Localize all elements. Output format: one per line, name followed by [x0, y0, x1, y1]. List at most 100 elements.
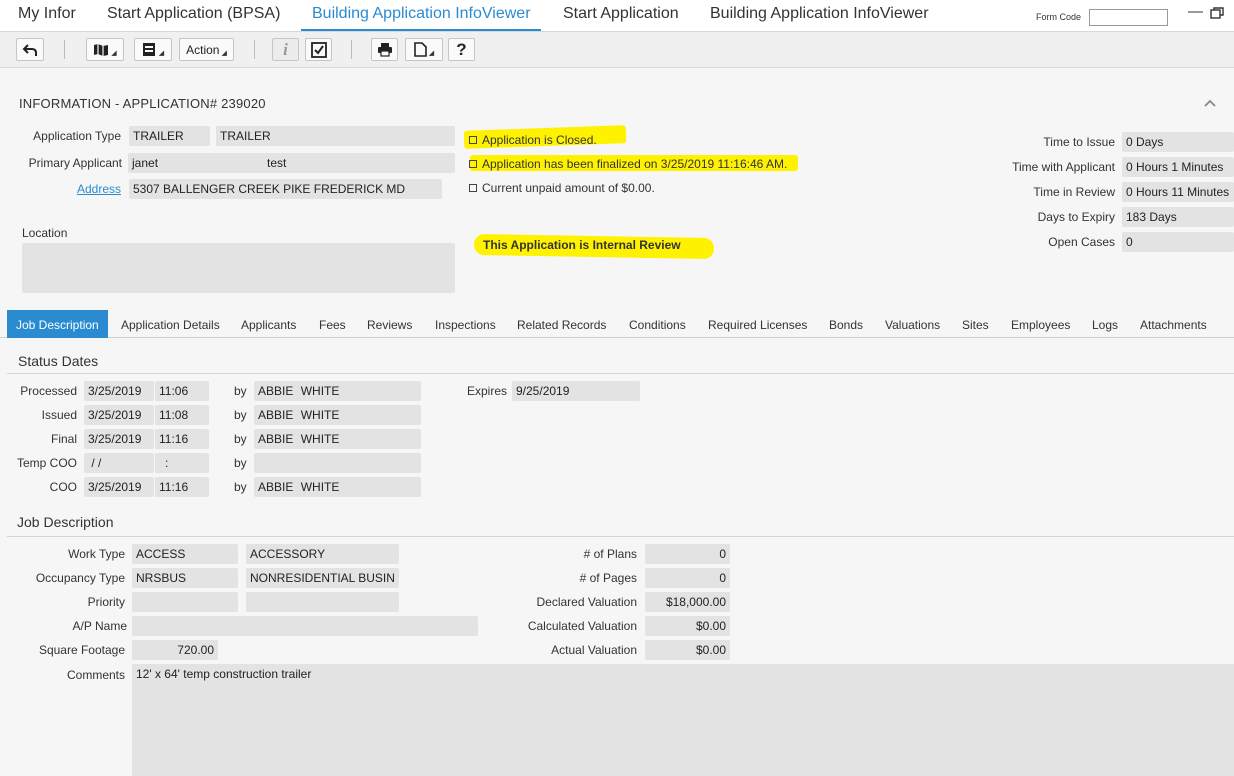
- job-description-title: Job Description: [17, 514, 114, 530]
- open-cases-field[interactable]: 0: [1122, 232, 1234, 252]
- declared-valuation-field[interactable]: $18,000.00: [645, 592, 730, 612]
- issued-time-field[interactable]: 11:08: [155, 405, 209, 425]
- info-button[interactable]: i: [272, 38, 299, 61]
- priority-desc-field[interactable]: [246, 592, 399, 612]
- priority-label: Priority: [87, 595, 125, 609]
- time-to-issue-label: Time to Issue: [1043, 135, 1115, 149]
- issued-by-field[interactable]: ABBIE WHITE: [254, 405, 421, 425]
- tab-employees[interactable]: Employees: [1011, 310, 1070, 338]
- comments-label: Comments: [66, 668, 125, 682]
- temp-coo-date-field[interactable]: / /: [84, 453, 154, 473]
- detail-tab-bar: Job Description Application Details Appl…: [0, 310, 1234, 338]
- issued-date-field[interactable]: 3/25/2019: [84, 405, 154, 425]
- final-label: Final: [50, 432, 77, 446]
- square-footage-field[interactable]: 720.00: [132, 640, 218, 660]
- expires-field[interactable]: 9/25/2019: [512, 381, 640, 401]
- print-button[interactable]: [371, 38, 398, 61]
- temp-coo-time-field[interactable]: :: [155, 453, 209, 473]
- tab-logs[interactable]: Logs: [1092, 310, 1118, 338]
- checkbox-icon: [310, 41, 327, 58]
- tab-applicants[interactable]: Applicants: [241, 310, 296, 338]
- minimize-icon[interactable]: —: [1188, 3, 1203, 20]
- work-type-desc-field[interactable]: ACCESSORY: [246, 544, 399, 564]
- top-tab-start-application[interactable]: Start Application: [563, 5, 679, 23]
- processed-label: Processed: [20, 384, 77, 398]
- expires-label: Expires: [466, 384, 507, 398]
- application-type-code-field[interactable]: TRAILER: [129, 126, 210, 146]
- num-plans-field[interactable]: 0: [645, 544, 730, 564]
- applicant-first-name: janet: [132, 156, 159, 170]
- toolbar-separator: [351, 40, 352, 59]
- address-field[interactable]: 5307 BALLENGER CREEK PIKE FREDERICK MD: [129, 179, 442, 199]
- priority-code-field[interactable]: [132, 592, 238, 612]
- location-field[interactable]: [22, 243, 455, 293]
- form-menu-button[interactable]: ◢: [134, 38, 172, 61]
- actual-valuation-label: Actual Valuation: [551, 643, 637, 657]
- toolbar-separator: [64, 40, 65, 59]
- time-to-issue-field[interactable]: 0 Days: [1122, 132, 1234, 152]
- action-menu-button[interactable]: Action ◢: [179, 38, 234, 61]
- by-label: by: [234, 408, 247, 422]
- coo-date-field[interactable]: 3/25/2019: [84, 477, 154, 497]
- tab-conditions[interactable]: Conditions: [629, 310, 686, 338]
- top-tab-start-application-bpsa[interactable]: Start Application (BPSA): [107, 5, 280, 23]
- actual-valuation-field[interactable]: $0.00: [645, 640, 730, 660]
- by-label: by: [234, 384, 247, 398]
- address-link[interactable]: Address: [77, 182, 121, 196]
- map-menu-button[interactable]: ◢: [86, 38, 124, 61]
- comments-field[interactable]: 12' x 64' temp construction trailer: [132, 664, 1234, 776]
- internal-review-message: This Application is Internal Review: [483, 238, 681, 252]
- help-button[interactable]: ?: [448, 38, 475, 61]
- tab-attachments[interactable]: Attachments: [1140, 310, 1207, 338]
- square-bullet-icon: [469, 136, 477, 144]
- num-pages-label: # of Pages: [579, 571, 637, 585]
- final-by-field[interactable]: ABBIE WHITE: [254, 429, 421, 449]
- top-tab-my-infor[interactable]: My Infor: [18, 5, 76, 23]
- tab-fees[interactable]: Fees: [319, 310, 346, 338]
- temp-coo-by-field[interactable]: [254, 453, 421, 473]
- top-tab-bar: My Infor Start Application (BPSA) Buildi…: [0, 0, 1234, 32]
- coo-by-field[interactable]: ABBIE WHITE: [254, 477, 421, 497]
- status-message-finalized: Application has been finalized on 3/25/2…: [469, 157, 787, 171]
- back-button[interactable]: [16, 38, 44, 61]
- tab-application-details[interactable]: Application Details: [121, 310, 220, 338]
- num-pages-field[interactable]: 0: [645, 568, 730, 588]
- occupancy-type-desc-field[interactable]: NONRESIDENTIAL BUSIN: [246, 568, 399, 588]
- info-icon: i: [283, 39, 288, 59]
- tab-inspections[interactable]: Inspections: [435, 310, 496, 338]
- time-with-applicant-field[interactable]: 0 Hours 1 Minutes: [1122, 157, 1234, 177]
- processed-date-field[interactable]: 3/25/2019: [84, 381, 154, 401]
- ap-name-field[interactable]: [132, 616, 478, 636]
- days-to-expiry-field[interactable]: 183 Days: [1122, 207, 1234, 227]
- tab-reviews[interactable]: Reviews: [367, 310, 412, 338]
- top-tab-building-application-infoviewer-active[interactable]: Building Application InfoViewer: [312, 5, 531, 23]
- tab-job-description[interactable]: Job Description: [7, 310, 108, 338]
- tab-related-records[interactable]: Related Records: [517, 310, 606, 338]
- calculated-valuation-field[interactable]: $0.00: [645, 616, 730, 636]
- occupancy-type-label: Occupancy Type: [35, 571, 125, 585]
- document-menu-button[interactable]: ◢: [405, 38, 443, 61]
- time-in-review-field[interactable]: 0 Hours 11 Minutes: [1122, 182, 1234, 202]
- checklist-button[interactable]: [305, 38, 332, 61]
- tab-required-licenses[interactable]: Required Licenses: [708, 310, 807, 338]
- work-type-code-field[interactable]: ACCESS: [132, 544, 238, 564]
- tab-valuations[interactable]: Valuations: [885, 310, 940, 338]
- final-time-field[interactable]: 11:16: [155, 429, 209, 449]
- form-code-input[interactable]: [1089, 9, 1168, 26]
- processed-time-field[interactable]: 11:06: [155, 381, 209, 401]
- restore-icon[interactable]: [1210, 6, 1224, 23]
- square-bullet-icon: [469, 184, 477, 192]
- primary-applicant-field[interactable]: janet test: [128, 153, 455, 173]
- chevron-up-icon[interactable]: [1204, 94, 1216, 110]
- final-date-field[interactable]: 3/25/2019: [84, 429, 154, 449]
- calculated-valuation-label: Calculated Valuation: [527, 619, 637, 633]
- application-type-desc-field[interactable]: TRAILER: [216, 126, 455, 146]
- coo-time-field[interactable]: 11:16: [155, 477, 209, 497]
- top-tab-building-application-infoviewer[interactable]: Building Application InfoViewer: [710, 5, 929, 23]
- square-bullet-icon: [469, 160, 477, 168]
- occupancy-type-code-field[interactable]: NRSBUS: [132, 568, 238, 588]
- processed-by-field[interactable]: ABBIE WHITE: [254, 381, 421, 401]
- tab-sites[interactable]: Sites: [962, 310, 989, 338]
- tab-bonds[interactable]: Bonds: [829, 310, 863, 338]
- status-message-unpaid: Current unpaid amount of $0.00.: [469, 181, 655, 195]
